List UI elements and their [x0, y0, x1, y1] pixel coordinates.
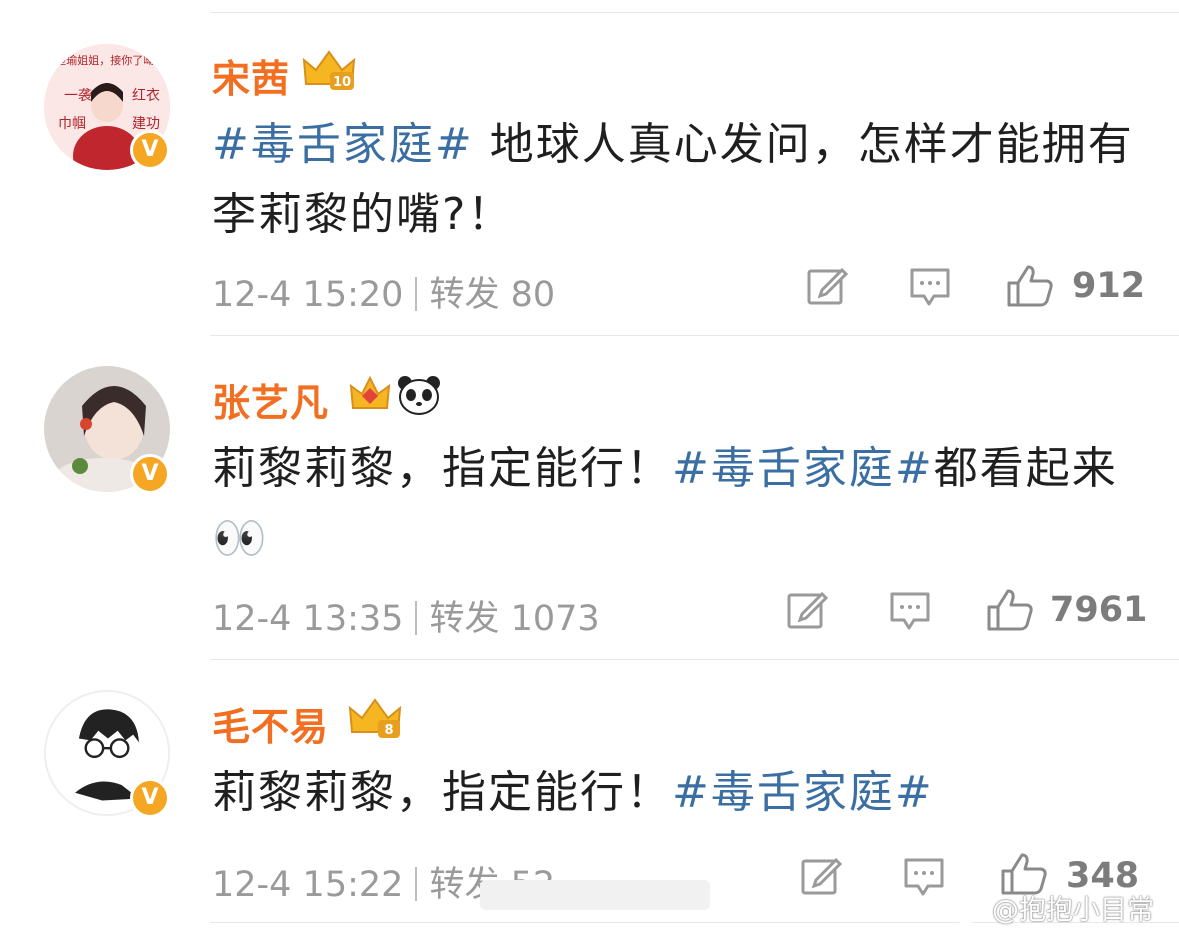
comment-icon[interactable] — [908, 266, 952, 310]
weibo-logo-icon — [948, 894, 986, 923]
meta-divider — [415, 277, 418, 311]
repost-count: 1073 — [510, 599, 600, 639]
comment-text: 莉黎莉黎，指定能行！#毒舌家庭# — [212, 758, 1152, 828]
like-count: 912 — [1072, 266, 1146, 306]
comment-icon[interactable] — [902, 856, 946, 900]
thumbs-up-icon[interactable] — [986, 588, 1034, 632]
hashtag-link[interactable]: #毒舌家庭# — [212, 119, 474, 170]
username[interactable]: 宋茜 — [212, 48, 290, 103]
edit-icon[interactable] — [800, 856, 844, 896]
comment-meta: 12-4 15:20 转发 80 — [212, 266, 555, 317]
svg-text:巾帼: 巾帼 — [58, 116, 86, 132]
svg-text:一袭: 一袭 — [64, 88, 92, 104]
watermark: @抱抱小目常 — [948, 888, 1154, 927]
meta-divider — [415, 601, 418, 635]
verified-badge: V — [130, 778, 170, 818]
verified-badge: V — [130, 454, 170, 494]
comment-meta: 12-4 13:35 转发 1073 — [212, 590, 600, 641]
comment-body: 莉黎莉黎，指定能行！ — [212, 767, 672, 818]
divider — [210, 659, 1179, 660]
edit-icon[interactable] — [786, 590, 830, 630]
thumbs-up-icon[interactable] — [1006, 264, 1054, 308]
verified-badge: V — [130, 130, 170, 170]
svg-text:楚瑜姐姐，接你了呦!: 楚瑜姐姐，接你了呦! — [55, 53, 158, 67]
comment-icon[interactable] — [888, 590, 932, 634]
watermark-text: @抱抱小目常 — [992, 895, 1154, 926]
timestamp: 12-4 15:22 — [212, 865, 404, 905]
crown-icon: 8 — [348, 698, 402, 738]
username[interactable]: 毛不易 — [212, 696, 329, 751]
svg-text:10: 10 — [333, 75, 351, 90]
hashtag-link[interactable]: #毒舌家庭# — [672, 443, 934, 494]
crown-icon — [349, 375, 391, 409]
blurred-region — [480, 880, 710, 910]
repost-label[interactable]: 转发 — [429, 599, 499, 639]
timestamp: 12-4 15:20 — [212, 275, 404, 315]
comment-text: #毒舌家庭# 地球人真心发问，怎样才能拥有李莉黎的嘴?！ — [212, 110, 1152, 250]
divider-top — [210, 12, 1179, 13]
crown-icon: 10 — [302, 50, 356, 90]
hashtag-link[interactable]: #毒舌家庭# — [672, 767, 934, 818]
panda-icon — [398, 376, 440, 415]
comment-body: 莉黎莉黎，指定能行！ — [212, 443, 672, 494]
repost-label[interactable]: 转发 — [429, 275, 499, 315]
comment-text: 莉黎莉黎，指定能行！#毒舌家庭#都看起来👀 — [212, 434, 1152, 574]
divider — [210, 335, 1179, 336]
edit-icon[interactable] — [806, 266, 850, 306]
username[interactable]: 张艺凡 — [212, 372, 329, 427]
svg-text:红衣: 红衣 — [132, 88, 160, 104]
timestamp: 12-4 13:35 — [212, 599, 404, 639]
svg-text:8: 8 — [384, 723, 393, 738]
repost-count: 80 — [510, 275, 556, 315]
meta-divider — [415, 867, 418, 901]
like-count: 7961 — [1050, 590, 1148, 630]
